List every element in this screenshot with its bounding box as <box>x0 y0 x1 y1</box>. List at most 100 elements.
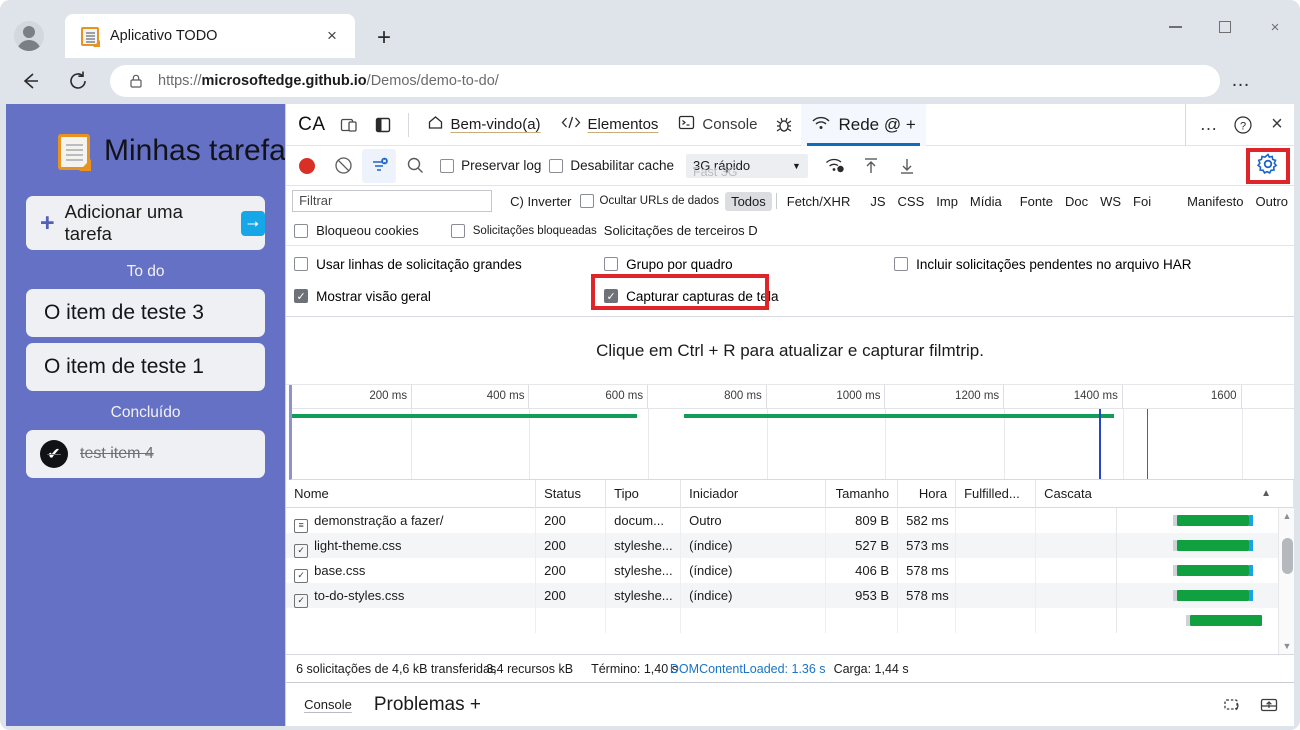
blocked-requests-checkbox[interactable] <box>450 223 465 238</box>
filter-type-manifesto[interactable]: Manifesto <box>1181 192 1249 211</box>
upload-icon[interactable] <box>854 149 888 183</box>
filter-type-doc[interactable]: Doc <box>1059 192 1094 211</box>
screenshot-icon[interactable] <box>1218 692 1248 718</box>
window-close-icon[interactable]: × <box>1250 0 1300 54</box>
help-icon[interactable]: ? <box>1226 108 1260 142</box>
waterfall-download-segment <box>1249 515 1253 526</box>
list-item[interactable]: O item de teste 3 <box>26 289 266 337</box>
browser-tab[interactable]: Aplicativo TODO × <box>65 14 355 58</box>
tab-console[interactable]: Console <box>668 104 767 146</box>
preserve-log-checkbox[interactable]: Preservar log <box>440 158 541 173</box>
summary-load: Carga: 1,44 s <box>833 661 909 676</box>
filter-type-todos[interactable]: Todos <box>725 191 772 211</box>
filter-icon[interactable] <box>362 148 397 183</box>
record-icon[interactable] <box>290 149 324 183</box>
devtools-more-icon[interactable]: … <box>1192 108 1226 142</box>
drawer-tab-console[interactable]: Console <box>296 693 360 716</box>
filter-type-fetchxhr[interactable]: Fetch/XHR <box>781 192 857 211</box>
drawer-tab-issues[interactable]: Problemas + <box>366 690 489 720</box>
maximize-icon[interactable] <box>1200 0 1250 54</box>
url-bar[interactable]: https://microsoftedge.github.io/Demos/de… <box>110 65 1220 97</box>
browser-window: Aplicativo TODO × + × https://microsofte… <box>0 0 1300 730</box>
tab-welcome[interactable]: Bem-vindo(a) <box>417 104 551 146</box>
avatar[interactable] <box>14 21 44 51</box>
filter-type-css[interactable]: CSS <box>892 192 931 211</box>
blocked-requests-label: Solicitações bloqueadas <box>472 224 597 237</box>
third-party-label[interactable]: Solicitações de terceiros D <box>604 223 758 238</box>
bug-icon[interactable] <box>767 108 801 142</box>
table-cell-waterfall <box>1036 533 1294 558</box>
ruler-tick: 400 ms <box>409 385 530 409</box>
network-overview-chart[interactable]: 200 ms 400 ms 600 ms 800 ms 1000 ms 1200 ms 14… <box>289 385 1294 480</box>
panel-icon[interactable] <box>366 108 400 142</box>
table-row[interactable] <box>286 608 1294 633</box>
wifi-settings-icon[interactable] <box>818 149 852 183</box>
table-column-header[interactable]: Tipo <box>606 479 682 508</box>
table-column-header[interactable]: Hora <box>898 479 957 508</box>
waterfall-bar <box>1176 515 1249 526</box>
browser-more-icon[interactable]: … <box>1220 63 1262 99</box>
filter-type-fonte[interactable]: Fonte <box>1014 192 1059 211</box>
table-row[interactable]: ✓ light-theme.css 200 styleshe... (índice) 52… <box>286 533 1294 558</box>
filter-type-midia[interactable]: Mídia <box>964 192 1008 211</box>
group-by-frame-checkbox[interactable]: Grupo por quadro <box>604 257 894 272</box>
show-overview-checkbox[interactable]: ✓ Mostrar visão geral <box>294 289 604 304</box>
disable-cache-checkbox[interactable]: Desabilitar cache <box>549 158 674 173</box>
ruler-tick: 1000 ms <box>765 385 886 409</box>
table-column-header[interactable]: Fulfilled... <box>956 479 1037 508</box>
table-column-header[interactable]: Iniciador <box>681 479 827 508</box>
table-column-header[interactable]: Nome <box>286 479 537 508</box>
throttle-dropdown[interactable]: 3G rápido Fast 3G ▼ <box>685 153 808 179</box>
download-icon[interactable] <box>890 149 924 183</box>
table-column-header[interactable]: Tamanho <box>826 479 899 508</box>
blocked-cookies-checkbox[interactable] <box>294 223 309 238</box>
lock-icon <box>128 73 144 89</box>
table-cell-initiator: (índice) <box>681 533 827 558</box>
close-icon[interactable]: × <box>319 23 345 49</box>
stylesheet-icon: ✓ <box>294 568 309 583</box>
scrollbar-thumb[interactable] <box>1282 538 1293 574</box>
filter-type-outro[interactable]: Outro <box>1249 192 1294 211</box>
scroll-up-arrow[interactable]: ▲ <box>1279 508 1294 524</box>
table-scrollbar[interactable]: ▲ ▼ <box>1278 508 1294 654</box>
devtools-close-icon[interactable]: × <box>1260 108 1294 142</box>
ruler-tick: 1200 ms <box>884 385 1005 409</box>
large-rows-checkbox[interactable]: Usar linhas de solicitação grandes <box>294 257 604 272</box>
devtools-ca-label[interactable]: CA <box>286 114 331 136</box>
filter-type-foi[interactable]: Foi <box>1127 192 1157 211</box>
clear-icon[interactable] <box>326 149 360 183</box>
dock-bottom-icon[interactable] <box>1254 692 1284 718</box>
reload-icon[interactable] <box>60 63 96 99</box>
add-task-button[interactable]: + Adicionar uma tarefa ⭢ <box>26 196 266 250</box>
list-item[interactable]: ✔ test item 4 <box>26 430 266 478</box>
gear-icon[interactable] <box>1256 152 1279 180</box>
dock-icon[interactable] <box>332 108 366 142</box>
grid-line <box>1122 409 1124 479</box>
minimize-icon[interactable] <box>1150 0 1200 54</box>
scroll-down-arrow[interactable]: ▼ <box>1279 638 1294 654</box>
table-column-header[interactable]: Cascata ▲ <box>1036 479 1294 508</box>
search-icon[interactable] <box>398 149 432 183</box>
table-column-header[interactable]: Status <box>536 479 607 508</box>
tab-elements[interactable]: Elementos <box>551 104 669 146</box>
window-controls: × <box>1150 0 1300 54</box>
filter-type-imp[interactable]: Imp <box>930 192 964 211</box>
filter-type-js[interactable]: JS <box>864 192 891 211</box>
filter-input[interactable]: Filtrar <box>292 190 493 212</box>
new-tab-button[interactable]: + <box>368 22 400 54</box>
tab-network[interactable]: Rede @ + <box>801 103 926 146</box>
invert-label[interactable]: C) Inverter <box>510 194 571 209</box>
capture-screenshots-checkbox[interactable]: ✓ Capturar capturas de tela <box>604 289 778 304</box>
filter-type-ws[interactable]: WS <box>1094 192 1127 211</box>
table-row[interactable]: ✓ to-do-styles.css 200 styleshe... (índice) 9… <box>286 583 1294 608</box>
todo-section-label-done: Concluído <box>110 404 181 421</box>
arrow-right-icon[interactable]: ⭢ <box>240 210 266 236</box>
hide-data-urls-checkbox[interactable] <box>579 194 594 208</box>
table-row[interactable]: ✓ base.css 200 styleshe... (índice) 406 B 578 … <box>286 558 1294 583</box>
table-row[interactable]: ≡ demonstração a fazer/200 docum... Outro 80… <box>286 508 1294 533</box>
list-item[interactable]: O item de teste 1 <box>26 343 266 391</box>
stylesheet-icon: ✓ <box>294 543 309 558</box>
table-cell-status: 200 <box>536 508 607 533</box>
back-icon[interactable] <box>12 63 48 99</box>
include-har-checkbox[interactable]: Incluir solicitações pendentes no arquiv… <box>894 257 1192 272</box>
